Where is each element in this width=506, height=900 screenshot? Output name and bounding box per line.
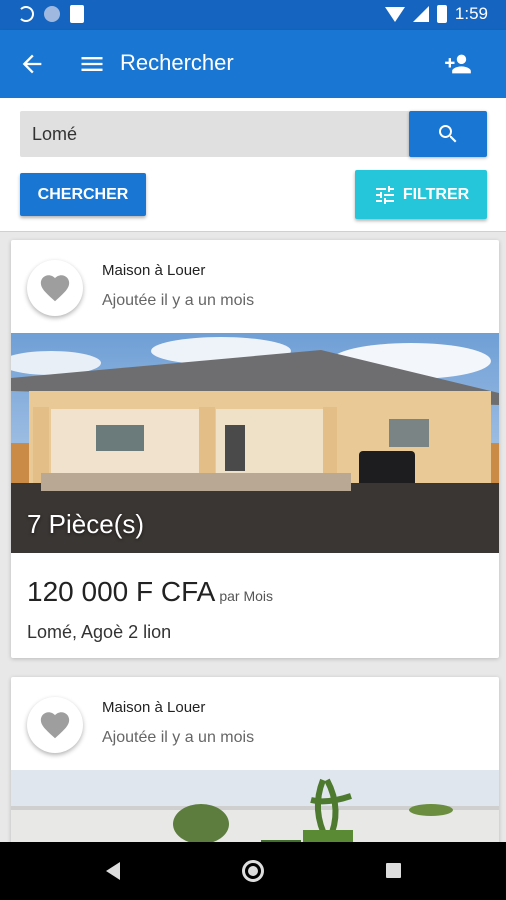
circle-icon — [44, 6, 60, 22]
status-time: 1:59 — [454, 4, 488, 23]
price-period: par Mois — [219, 588, 274, 604]
page-title: Rechercher — [120, 50, 234, 75]
nav-recent-icon[interactable] — [386, 863, 401, 878]
listing-photo[interactable]: 7 Pièce(s) — [11, 333, 499, 553]
listing-list[interactable]: Maison à Louer Ajoutée il y a un mois 7 … — [0, 232, 506, 842]
listing-date: Ajoutée il y a un mois — [102, 292, 255, 309]
favorite-button[interactable] — [27, 697, 83, 753]
search-input[interactable] — [20, 111, 410, 157]
house-photo — [11, 770, 499, 842]
search-button[interactable] — [409, 111, 487, 157]
filter-button[interactable]: FILTRER — [355, 170, 487, 219]
app-bar: Rechercher — [0, 30, 506, 98]
nav-back-icon[interactable] — [106, 862, 120, 880]
heart-icon — [40, 275, 70, 302]
search-panel: CHERCHER FILTRER — [0, 98, 506, 232]
listing-card[interactable]: Maison à Louer Ajoutée il y a un mois — [11, 240, 499, 658]
arrow-back-icon[interactable] — [18, 50, 46, 78]
system-nav-bar — [0, 842, 506, 900]
listing-date: Ajoutée il y a un mois — [102, 729, 255, 746]
heart-icon — [40, 712, 70, 739]
filter-button-label: FILTRER — [402, 185, 470, 203]
listing-location: Lomé, Agoè 2 lion — [27, 622, 172, 642]
signal-icon — [412, 6, 429, 22]
search-icon — [439, 125, 457, 143]
listing-type: Maison à Louer — [102, 262, 206, 279]
price-amount: 120 000 F CFA — [27, 576, 216, 607]
tune-icon — [375, 185, 394, 204]
chercher-button[interactable]: CHERCHER — [20, 173, 146, 216]
status-bar-notifications — [18, 5, 84, 23]
person-add-icon[interactable] — [442, 50, 474, 78]
listing-card[interactable]: Maison à Louer Ajoutée il y a un mois — [11, 677, 499, 842]
status-bar: 1:59 — [0, 0, 506, 30]
listing-price: 120 000 F CFA par Mois — [27, 576, 273, 608]
listing-type: Maison à Louer — [102, 699, 206, 716]
sd-card-icon — [70, 5, 84, 23]
favorite-button[interactable] — [27, 260, 83, 316]
listing-rooms: 7 Pièce(s) — [27, 509, 145, 539]
sync-icon — [18, 6, 34, 22]
menu-icon[interactable] — [78, 50, 106, 78]
listing-photo[interactable] — [11, 770, 499, 842]
status-bar-system: 1:59 — [384, 4, 488, 24]
wifi-icon — [384, 6, 405, 22]
battery-icon — [436, 5, 447, 23]
nav-home-icon[interactable] — [242, 860, 264, 882]
